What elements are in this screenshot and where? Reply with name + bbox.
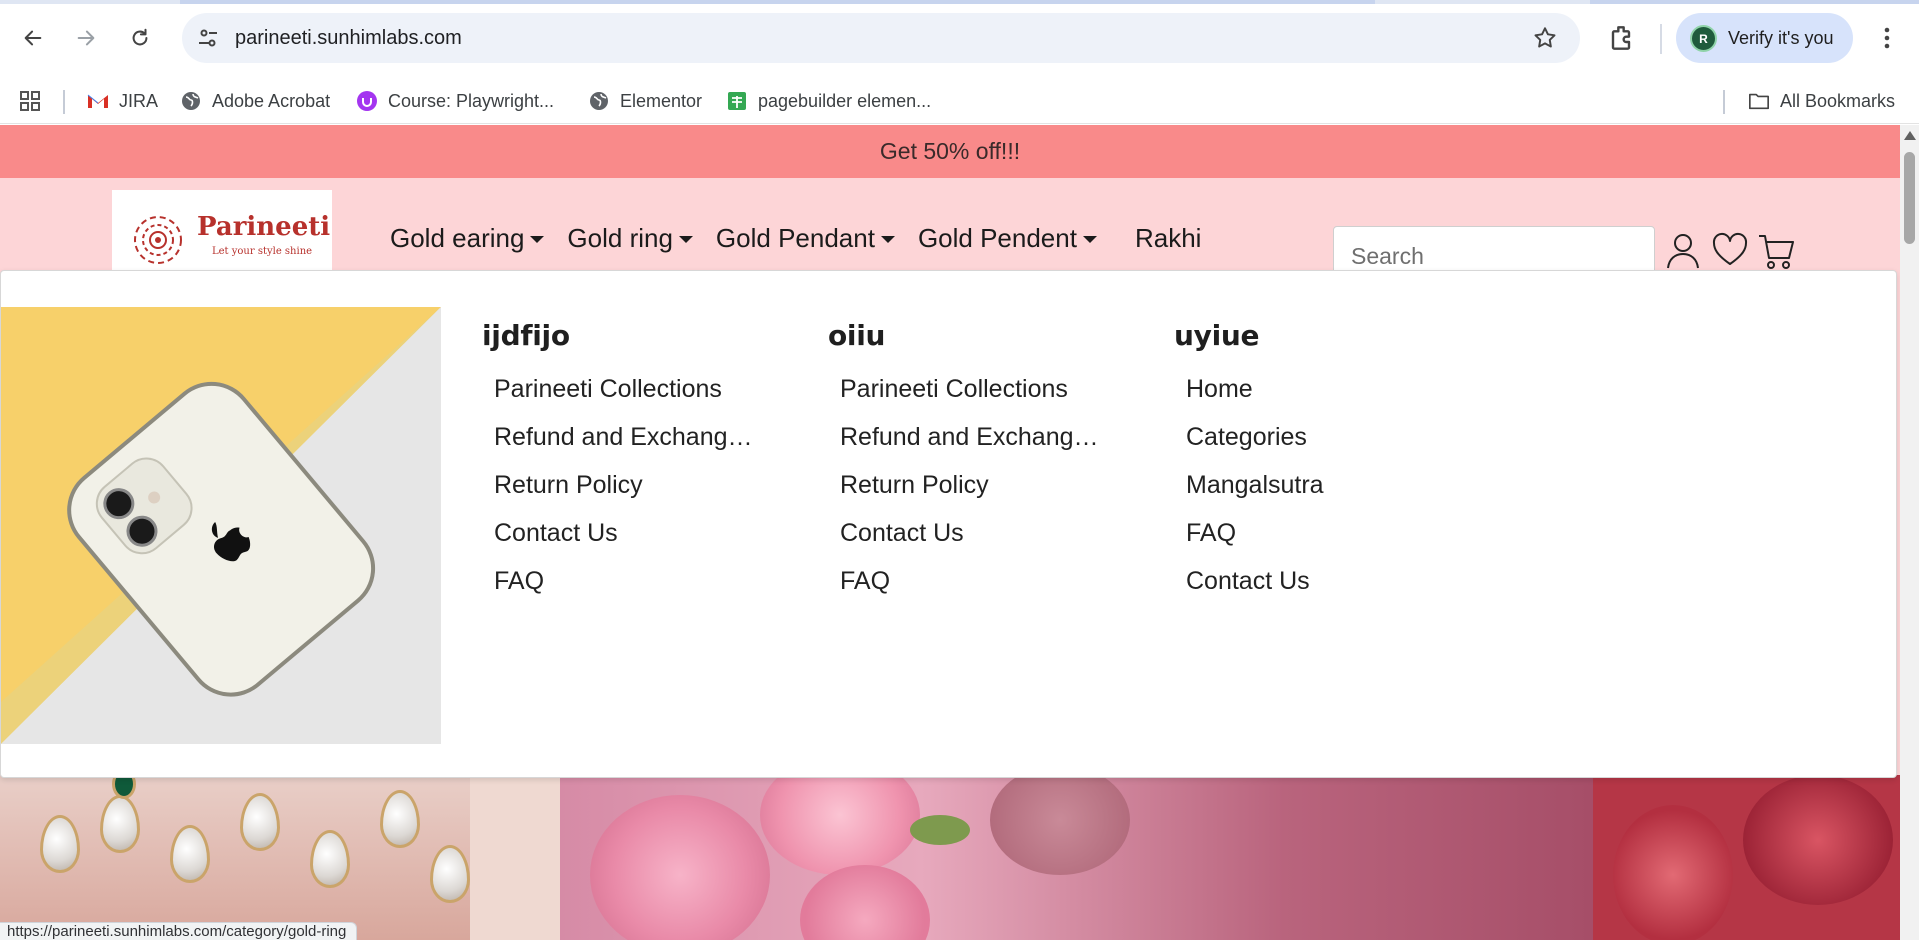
mega-menu-link[interactable]: Parineeti Collections — [482, 365, 757, 413]
nav-item-label: Gold Pendent — [917, 222, 1077, 253]
nav-item-label: Gold earing — [390, 222, 525, 253]
nav-item-label: Rakhi — [1134, 222, 1202, 253]
reload-button[interactable] — [122, 20, 158, 56]
bookmarks-divider — [1723, 90, 1725, 114]
mega-menu-heading: uyiue — [1174, 319, 1260, 352]
mega-menu-link[interactable]: Return Policy — [482, 461, 757, 509]
bookmark-label: pagebuilder elemen... — [758, 90, 932, 111]
url-text[interactable]: parineeti.sunhimlabs.com — [235, 27, 462, 50]
site-info-icon[interactable] — [196, 26, 220, 50]
scrollbar-thumb[interactable] — [1904, 152, 1915, 244]
profile-verify-button[interactable]: R Verify it's you — [1676, 13, 1853, 63]
bookmarks-divider — [63, 90, 65, 114]
scroll-up-arrow-icon[interactable] — [1904, 131, 1916, 140]
site-header: Parineeti Let your style shine Gold eari… — [0, 178, 1900, 286]
bookmark-item-1[interactable]: Adobe Acrobat — [180, 78, 330, 124]
bookmark-item-3[interactable]: Elementor — [588, 78, 702, 124]
mega-menu-link[interactable]: Contact Us — [482, 509, 757, 557]
bookmark-label: Adobe Acrobat — [212, 90, 331, 111]
caret-down-icon — [530, 235, 545, 243]
caret-down-icon — [1082, 235, 1097, 243]
forward-button[interactable] — [68, 20, 104, 56]
udemy-icon — [356, 90, 378, 112]
mega-menu-link[interactable]: Refund and Exchange Policy — [828, 413, 1103, 461]
brand-logo[interactable]: Parineeti Let your style shine — [112, 190, 332, 270]
browser-toolbar: parineeti.sunhimlabs.com R Verify it's y… — [0, 0, 1919, 78]
nav-item-gold-pendant[interactable]: Gold Pendant — [716, 223, 895, 254]
mega-menu-link[interactable]: FAQ — [482, 557, 757, 605]
back-button[interactable] — [15, 20, 51, 56]
all-bookmarks-label: All Bookmarks — [1780, 90, 1896, 111]
bookmark-label: Course: Playwright... — [388, 90, 555, 111]
mega-menu-heading: oiiu — [828, 319, 886, 352]
caret-down-icon — [880, 235, 895, 243]
hero-jewelry-image — [0, 775, 590, 940]
avatar: R — [1690, 25, 1717, 52]
brand-tagline: Let your style shine — [212, 246, 313, 257]
nav-item-label: Gold ring — [567, 222, 673, 253]
hero-red-flowers-image — [1593, 775, 1900, 940]
mega-menu-link[interactable]: FAQ — [828, 557, 1103, 605]
apps-grid-icon — [20, 91, 40, 111]
mega-menu-column-1: ijdfijo Parineeti Collections Refund and… — [482, 319, 757, 605]
sheets-icon — [726, 90, 748, 112]
bookmark-star-icon[interactable] — [1532, 25, 1558, 51]
tab-strip — [0, 0, 1919, 4]
nav-item-gold-ring[interactable]: Gold ring — [567, 223, 693, 254]
arrow-right-icon — [77, 30, 95, 46]
mega-menu-heading: ijdfijo — [482, 319, 570, 352]
nav-item-gold-pendent[interactable]: Gold Pendent — [918, 223, 1097, 254]
globe-icon — [180, 90, 202, 112]
link-status-bar: https://parineeti.sunhimlabs.com/categor… — [0, 922, 358, 940]
mega-menu-column-2: oiiu Parineeti Collections Refund and Ex… — [828, 319, 1103, 605]
page-scrollbar[interactable] — [1900, 125, 1919, 940]
brand-name: Parineeti — [197, 212, 331, 242]
extensions-icon[interactable] — [1605, 22, 1637, 54]
folder-icon — [1748, 90, 1770, 112]
main-navigation: Gold earing Gold ring Gold Pendant Gold … — [390, 218, 1224, 258]
hero-roses-image — [560, 775, 1593, 940]
mega-menu-link[interactable]: Home — [1174, 365, 1449, 413]
mega-menu-link[interactable]: Mangalsutra — [1174, 461, 1449, 509]
bookmark-item-0[interactable]: JIRA — [87, 78, 158, 124]
apps-button[interactable] — [18, 78, 42, 124]
mega-menu-link[interactable]: Contact Us — [828, 509, 1103, 557]
reload-icon — [132, 28, 148, 46]
bookmark-label: JIRA — [119, 90, 159, 111]
mega-menu-column-3: uyiue Home Categories Mangalsutra FAQ Co… — [1174, 319, 1449, 605]
nav-item-rakhi[interactable]: Rakhi — [1135, 223, 1201, 254]
nav-item-label: Gold Pendant — [715, 222, 875, 253]
promo-text: Get 50% off!!! — [879, 138, 1021, 164]
mega-menu-dropdown: ijdfijo Parineeti Collections Refund and… — [0, 270, 1897, 778]
page-viewport: Get 50% off!!! Parineeti Let your style … — [0, 125, 1900, 940]
brand-mandala-icon — [134, 216, 182, 264]
mega-menu-link[interactable]: FAQ — [1174, 509, 1449, 557]
user-account-icon[interactable] — [1664, 230, 1702, 270]
caret-down-icon — [678, 235, 693, 243]
phone-product-image — [1, 307, 441, 744]
bookmark-item-2[interactable]: Course: Playwright... — [356, 78, 554, 124]
promo-banner: Get 50% off!!! — [0, 125, 1900, 178]
bookmark-label: Elementor — [620, 90, 703, 111]
heart-wishlist-icon[interactable] — [1711, 230, 1749, 270]
mega-menu-link[interactable]: Contact Us — [1174, 557, 1449, 605]
mega-menu-link[interactable]: Parineeti Collections — [828, 365, 1103, 413]
profile-verify-label: Verify it's you — [1728, 28, 1834, 48]
bookmarks-bar: JIRA Adobe Acrobat Course: Playwright...… — [0, 78, 1919, 124]
address-bar[interactable]: parineeti.sunhimlabs.com — [182, 13, 1580, 63]
all-bookmarks-button[interactable]: All Bookmarks — [1748, 78, 1895, 124]
more-menu-icon[interactable] — [1875, 22, 1899, 54]
arrow-left-icon — [24, 30, 42, 46]
gmail-icon — [87, 90, 109, 112]
mega-menu-link[interactable]: Categories — [1174, 413, 1449, 461]
bookmark-item-4[interactable]: pagebuilder elemen... — [726, 78, 931, 124]
mega-menu-promo-image[interactable] — [1, 307, 441, 744]
mega-menu-link[interactable]: Refund and Exchange Policy — [482, 413, 757, 461]
nav-item-gold-earing[interactable]: Gold earing — [390, 222, 545, 254]
globe-icon — [588, 90, 610, 112]
mega-menu-link[interactable]: Return Policy — [828, 461, 1103, 509]
cart-icon[interactable] — [1757, 230, 1795, 270]
toolbar-divider — [1660, 24, 1662, 54]
